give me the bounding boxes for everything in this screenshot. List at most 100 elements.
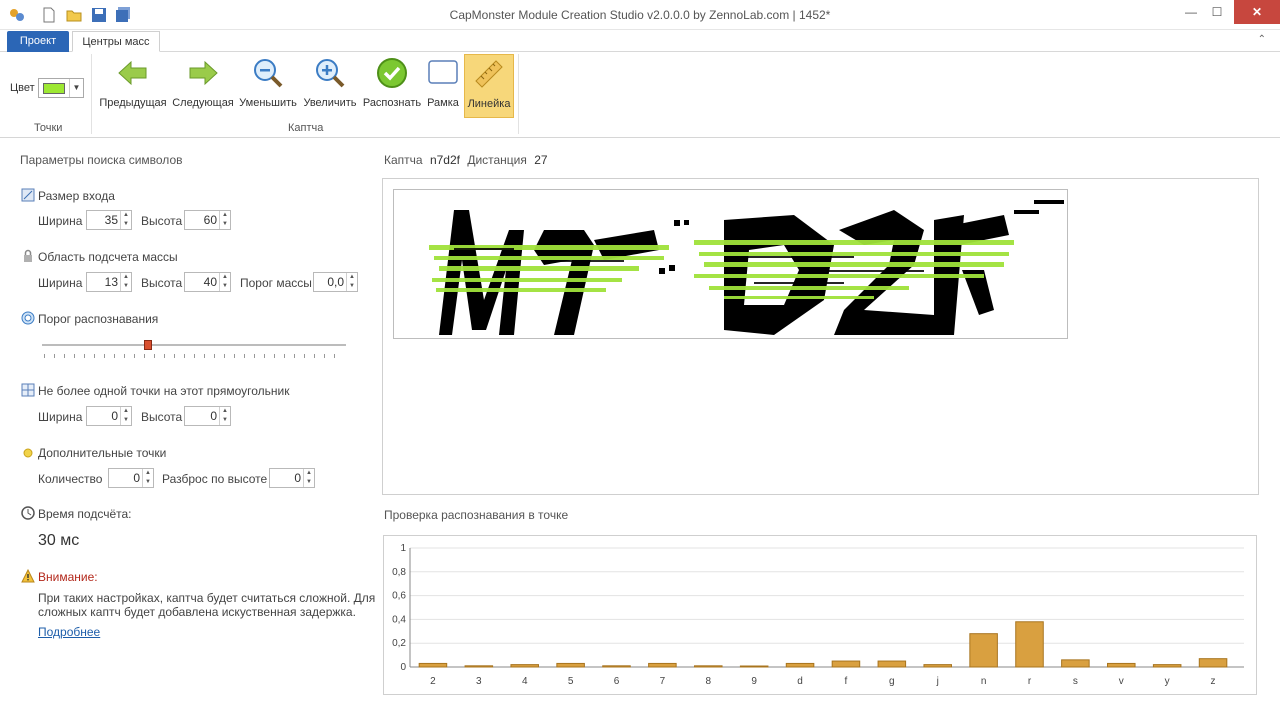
mass-threshold-label: Порог массы	[240, 276, 312, 290]
one-point-width-value: 0	[111, 409, 118, 423]
y-tick-label: 0,4	[392, 614, 406, 625]
captcha-image[interactable]	[393, 189, 1068, 339]
maximize-button[interactable]: ☐	[1206, 0, 1228, 24]
mass-threshold-value: 0,0	[327, 275, 344, 289]
frame-button[interactable]: Рамка	[424, 54, 462, 118]
x-tick-label: s	[1073, 676, 1078, 687]
captcha-header: Каптча n7d2f Дистанция 27	[384, 153, 552, 167]
arrow-left-icon	[118, 60, 147, 86]
ribbon-tabs: Проект Центры масс	[0, 30, 1280, 52]
spinner-arrows-icon[interactable]: ▲ ▼	[142, 469, 153, 487]
x-tick-label: y	[1165, 676, 1170, 687]
params-panel: Параметры поиска символов Размер входа Ш…	[0, 140, 380, 720]
input-size-icon	[21, 188, 35, 202]
input-height-label: Высота	[141, 214, 183, 228]
spinner-arrows-icon[interactable]: ▲ ▼	[120, 273, 131, 291]
extra-count-spinner[interactable]: 0 ▲ ▼	[108, 468, 154, 488]
chart-bar-2	[418, 662, 448, 668]
ribbon: Цвет ▼ Точки Предыдущая Следующая Уменьш…	[0, 52, 1280, 138]
tab-mass-centers[interactable]: Центры масс	[72, 31, 160, 52]
mass-width-value: 13	[104, 275, 118, 289]
x-tick-label: g	[889, 676, 895, 687]
y-tick-label: 0,8	[392, 567, 406, 578]
recog-threshold-title: Порог распознавания	[38, 312, 159, 326]
spinner-arrows-icon[interactable]: ▲ ▼	[120, 407, 131, 425]
x-tick-label: v	[1119, 676, 1124, 687]
spinner-arrows-icon[interactable]: ▲ ▼	[219, 273, 230, 291]
extra-spread-spinner[interactable]: 0 ▲ ▼	[269, 468, 315, 488]
x-tick-label: 9	[751, 676, 757, 687]
chart-svg: 1 0,8 0,6 0,4 0,2 0 2 3 4 5 6 7 8 9 d f g j n r s v y z	[392, 543, 1244, 687]
zoom-out-button[interactable]: Уменьшить	[238, 54, 298, 118]
close-button[interactable]: ✕	[1234, 0, 1280, 24]
window-title: CapMonster Module Creation Studio v2.0.0…	[449, 8, 831, 22]
chart-bar-5	[556, 662, 585, 668]
spinner-arrows-icon[interactable]: ▲ ▼	[120, 211, 131, 229]
recognition-chart: 1 0,8 0,6 0,4 0,2 0 2 3 4 5 6 7 8 9 d f g j n r s v y z	[383, 535, 1257, 695]
tab-project[interactable]: Проект	[7, 31, 69, 52]
chart-bar-3	[464, 665, 494, 668]
extra-points-title: Дополнительные точки	[38, 446, 167, 460]
mass-height-spinner[interactable]: 40 ▲ ▼	[184, 272, 231, 292]
slider-thumb[interactable]	[144, 340, 153, 350]
collapse-ribbon-icon[interactable]: ⌃	[1258, 34, 1266, 45]
one-point-width-spinner[interactable]: 0 ▲ ▼	[86, 406, 132, 426]
target-icon	[21, 311, 35, 325]
ruler-button[interactable]: Линейка	[464, 54, 514, 118]
minimize-button[interactable]: —	[1180, 0, 1202, 24]
x-tick-label: 8	[705, 676, 711, 687]
captcha-value: n7d2f	[429, 153, 460, 167]
x-tick-label: j	[936, 676, 939, 687]
chart-bar-g	[877, 660, 907, 668]
extra-spread-label: Разброс по высоте	[162, 472, 268, 486]
y-tick-label: 0,2	[392, 638, 406, 649]
chevron-down-icon[interactable]: ▼	[69, 79, 83, 97]
input-width-spinner[interactable]: 35 ▲ ▼	[86, 210, 132, 230]
zoom-out-label: Уменьшить	[239, 97, 297, 109]
x-tick-label: r	[1028, 676, 1032, 687]
zoom-in-icon	[316, 59, 345, 88]
dot-icon	[23, 448, 33, 458]
spinner-arrows-icon[interactable]: ▲ ▼	[219, 211, 230, 229]
distance-label: Дистанция	[467, 153, 527, 167]
one-point-height-value: 0	[210, 409, 217, 423]
warning-icon	[21, 569, 35, 583]
extra-spread-value: 0	[294, 471, 301, 485]
one-point-height-label: Высота	[141, 410, 183, 424]
mass-width-spinner[interactable]: 13 ▲ ▼	[86, 272, 132, 292]
input-height-spinner[interactable]: 60 ▲ ▼	[184, 210, 231, 230]
prev-button[interactable]: Предыдущая	[98, 54, 168, 118]
color-label: Цвет	[10, 82, 35, 94]
zoom-in-button[interactable]: Увеличить	[300, 54, 360, 118]
captcha-label: Каптча	[384, 153, 423, 167]
spinner-arrows-icon[interactable]: ▲ ▼	[219, 407, 230, 425]
chart-bar-y	[1152, 664, 1182, 668]
group-label-captcha: Каптча	[288, 122, 324, 134]
input-width-label: Ширина	[38, 214, 83, 228]
recognize-button[interactable]: Распознать	[362, 54, 422, 118]
x-tick-label: f	[845, 676, 848, 687]
check-title: Проверка распознавания в точке	[384, 508, 569, 522]
input-size-title: Размер входа	[38, 189, 115, 203]
x-tick-label: 2	[430, 676, 436, 687]
spinner-arrows-icon[interactable]: ▲ ▼	[346, 273, 357, 291]
chart-bar-d	[785, 662, 815, 668]
grid-select-icon	[21, 383, 35, 397]
zoom-in-label: Увеличить	[303, 97, 357, 109]
group-label-points: Точки	[34, 122, 63, 134]
mass-threshold-spinner[interactable]: 0,0 ▲ ▼	[313, 272, 358, 292]
one-point-height-spinner[interactable]: 0 ▲ ▼	[184, 406, 231, 426]
more-link[interactable]: Подробнее	[38, 625, 100, 639]
spinner-arrows-icon[interactable]: ▲ ▼	[303, 469, 314, 487]
group-divider	[91, 54, 92, 134]
x-tick-label: 3	[476, 676, 482, 687]
frame-icon	[428, 60, 458, 84]
x-tick-label: 4	[522, 676, 528, 687]
chart-bar-r	[1015, 621, 1044, 668]
distance-value: 27	[534, 153, 548, 167]
recog-threshold-slider[interactable]	[42, 344, 346, 346]
color-picker[interactable]: ▼	[38, 78, 84, 98]
mass-width-label: Ширина	[38, 276, 83, 290]
chart-bar-j	[923, 664, 952, 668]
next-button[interactable]: Следующая	[170, 54, 236, 118]
